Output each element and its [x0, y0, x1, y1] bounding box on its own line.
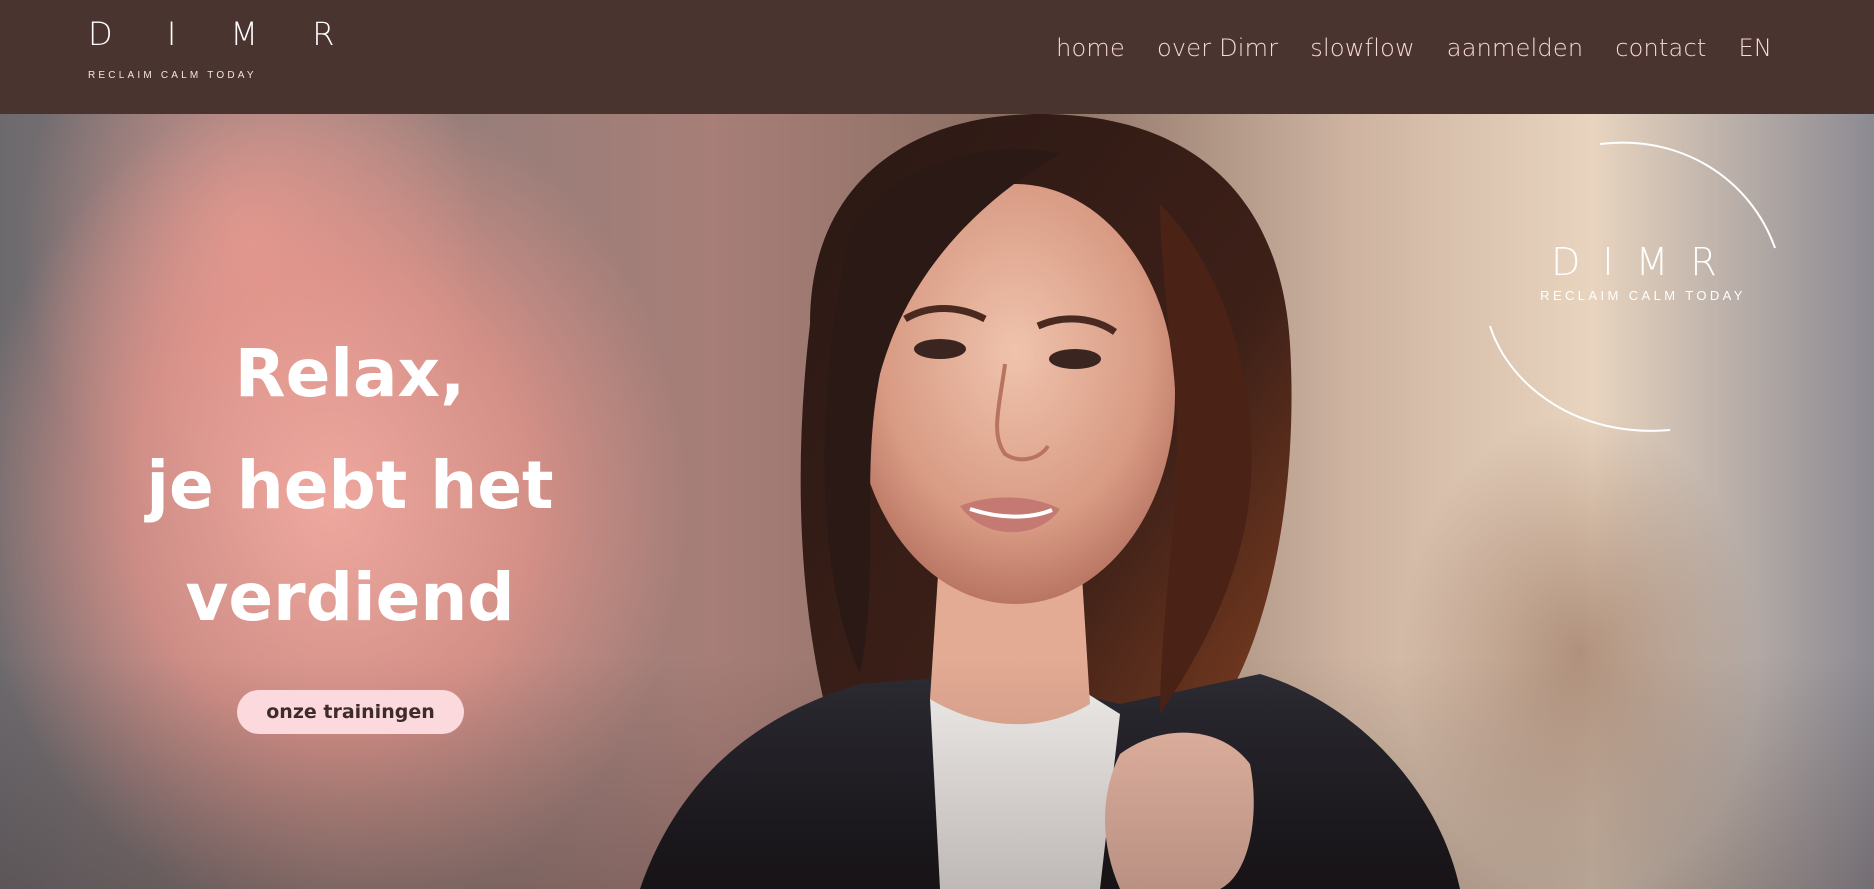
hero-photo	[640, 114, 1460, 889]
hero-section: Relax, je hebt het verdiend onze trainin…	[0, 114, 1874, 889]
badge-tagline: RECLAIM CALM TODAY	[1540, 288, 1746, 303]
logo-tagline: RECLAIM CALM TODAY	[88, 70, 257, 81]
headline-line-3: verdiend	[185, 559, 515, 636]
nav-aanmelden[interactable]: aanmelden	[1447, 34, 1583, 62]
dimr-circle-badge: DIMR RECLAIM CALM TODAY	[1480, 138, 1780, 438]
brand-logo[interactable]: D I M R RECLAIM CALM TODAY	[88, 18, 356, 81]
nav-language-en[interactable]: EN	[1738, 34, 1772, 62]
main-nav: home over Dimr slowflow aanmelden contac…	[1056, 34, 1772, 62]
trainings-button[interactable]: onze trainingen	[237, 690, 464, 734]
headline-line-1: Relax,	[234, 335, 466, 412]
nav-slowflow[interactable]: slowflow	[1310, 34, 1415, 62]
nav-home[interactable]: home	[1056, 34, 1125, 62]
hero-headline: Relax, je hebt het verdiend	[140, 318, 560, 654]
site-header: D I M R RECLAIM CALM TODAY home over Dim…	[0, 0, 1874, 114]
badge-wordmark: DIMR	[1551, 240, 1739, 284]
nav-contact[interactable]: contact	[1615, 34, 1706, 62]
logo-wordmark: D I M R	[88, 15, 357, 53]
headline-line-2: je hebt het	[146, 447, 554, 524]
nav-over-dimr[interactable]: over Dimr	[1157, 34, 1278, 62]
